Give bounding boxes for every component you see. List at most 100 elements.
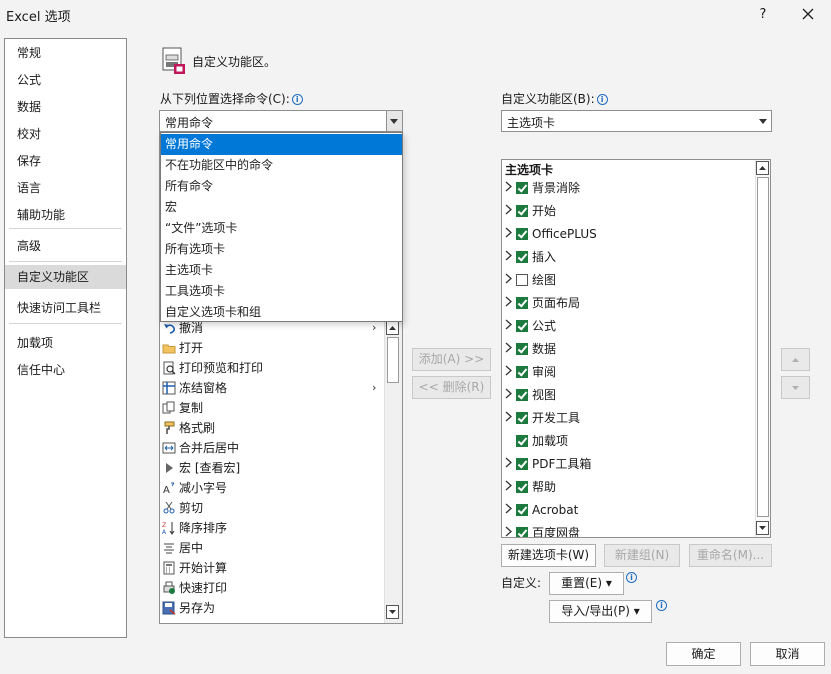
ok-button[interactable]: 确定 — [666, 642, 741, 666]
ribbon-tab-node[interactable]: 开发工具 — [504, 407, 580, 429]
tab-checkbox[interactable] — [516, 343, 528, 355]
new-group-button[interactable]: 新建组(N) — [604, 544, 680, 567]
nav-item[interactable]: 保存 — [5, 149, 126, 173]
cancel-button[interactable]: 取消 — [750, 642, 825, 666]
nav-item[interactable]: 常规 — [5, 41, 126, 65]
import-export-button[interactable]: 导入/导出(P) ▾ — [549, 600, 652, 623]
command-item[interactable]: 复制 — [162, 398, 203, 418]
dropdown-option[interactable]: 所有命令 — [161, 176, 402, 197]
info-icon[interactable]: i — [291, 94, 303, 105]
dropdown-option[interactable]: 宏 — [161, 197, 402, 218]
chevron-right-icon[interactable] — [504, 384, 513, 399]
chevron-right-icon[interactable] — [504, 407, 513, 422]
dropdown-option[interactable]: 自定义选项卡和组 — [161, 302, 402, 323]
chevron-right-icon[interactable] — [504, 499, 513, 514]
tree-scrollbar[interactable] — [755, 160, 770, 537]
tab-checkbox[interactable] — [516, 320, 528, 332]
command-item[interactable]: A 减小字号 — [162, 478, 227, 498]
move-up-button[interactable] — [781, 348, 810, 371]
command-item[interactable]: 宏 [查看宏] — [162, 458, 240, 478]
chevron-right-icon[interactable] — [504, 453, 513, 468]
help-button[interactable]: ? — [752, 4, 774, 26]
ribbon-tab-node[interactable]: 百度网盘 — [504, 522, 580, 537]
command-item[interactable]: 居中 — [162, 538, 203, 558]
nav-item[interactable]: 自定义功能区 — [5, 265, 126, 289]
tab-checkbox[interactable] — [516, 228, 528, 240]
info-icon[interactable]: i — [626, 572, 637, 583]
tab-checkbox[interactable] — [516, 251, 528, 263]
dropdown-option[interactable]: 常用命令 — [161, 134, 402, 155]
add-button[interactable]: 添加(A) >> — [412, 348, 491, 371]
commands-scrollbar[interactable] — [384, 320, 402, 623]
tab-checkbox[interactable] — [516, 274, 528, 286]
command-item[interactable]: 冻结窗格 — [162, 378, 227, 398]
command-item[interactable]: 打印预览和打印 — [162, 358, 263, 378]
tab-checkbox[interactable] — [516, 458, 528, 470]
chevron-down-icon[interactable] — [386, 111, 402, 131]
chevron-right-icon[interactable] — [504, 200, 513, 215]
dropdown-option[interactable]: 主选项卡 — [161, 260, 402, 281]
scroll-thumb[interactable] — [757, 177, 769, 517]
chevron-right-icon[interactable] — [504, 315, 513, 330]
tab-checkbox[interactable] — [516, 504, 528, 516]
ribbon-tab-node[interactable]: Acrobat — [504, 499, 578, 521]
dropdown-option[interactable]: 不在功能区中的命令 — [161, 155, 402, 176]
scroll-up-button[interactable] — [756, 161, 769, 175]
nav-item[interactable]: 校对 — [5, 122, 126, 146]
ribbon-tab-node[interactable]: 加载项 — [504, 430, 568, 452]
chevron-right-icon[interactable] — [504, 522, 513, 537]
ribbon-tab-node[interactable]: 视图 — [504, 384, 556, 406]
ribbon-tab-node[interactable]: 绘图 — [504, 269, 556, 291]
command-item[interactable]: 合并后居中 — [162, 438, 239, 458]
tab-checkbox[interactable] — [516, 435, 528, 447]
ribbon-tab-node[interactable]: 公式 — [504, 315, 556, 337]
scroll-thumb[interactable] — [387, 337, 399, 383]
chevron-right-icon[interactable] — [504, 292, 513, 307]
tab-checkbox[interactable] — [516, 182, 528, 194]
ribbon-tab-node[interactable]: OfficePLUS — [504, 223, 597, 245]
nav-item[interactable]: 辅助功能 — [5, 203, 126, 227]
choose-commands-combo[interactable]: 常用命令 — [159, 110, 403, 132]
remove-button[interactable]: << 删除(R) — [412, 376, 491, 399]
reset-button[interactable]: 重置(E) ▾ — [549, 572, 624, 595]
command-item[interactable]: 开始计算 — [162, 558, 227, 578]
info-icon[interactable]: i — [596, 94, 608, 105]
scroll-down-button[interactable] — [756, 521, 769, 535]
command-item[interactable]: 打开 — [162, 338, 203, 358]
scroll-up-button[interactable] — [386, 321, 399, 335]
chevron-right-icon[interactable] — [504, 246, 513, 261]
info-icon[interactable]: i — [656, 600, 667, 611]
new-tab-button[interactable]: 新建选项卡(W) — [501, 544, 596, 567]
tab-checkbox[interactable] — [516, 205, 528, 217]
ribbon-tab-node[interactable]: 背景消除 — [504, 177, 580, 199]
ribbon-tab-node[interactable]: 开始 — [504, 200, 556, 222]
chevron-right-icon[interactable] — [504, 177, 513, 192]
move-down-button[interactable] — [781, 376, 810, 399]
nav-item[interactable]: 信任中心 — [5, 358, 126, 382]
chevron-right-icon[interactable] — [504, 361, 513, 376]
chevron-right-icon[interactable] — [504, 269, 513, 284]
nav-item[interactable]: 语言 — [5, 176, 126, 200]
nav-item[interactable]: 公式 — [5, 68, 126, 92]
nav-item[interactable]: 加载项 — [5, 331, 126, 355]
chevron-right-icon[interactable] — [504, 476, 513, 491]
tab-checkbox[interactable] — [516, 389, 528, 401]
chevron-right-icon[interactable] — [504, 223, 513, 238]
ribbon-tab-node[interactable]: 插入 — [504, 246, 556, 268]
dropdown-option[interactable]: 所有选项卡 — [161, 239, 402, 260]
nav-item[interactable]: 数据 — [5, 95, 126, 119]
command-item[interactable]: 格式刷 — [162, 418, 215, 438]
tab-checkbox[interactable] — [516, 412, 528, 424]
command-item[interactable]: Z A 降序排序 — [162, 518, 227, 538]
tab-checkbox[interactable] — [516, 481, 528, 493]
rename-button[interactable]: 重命名(M)... — [689, 544, 772, 567]
chevron-down-icon[interactable] — [755, 111, 771, 131]
command-item[interactable]: 剪切 — [162, 498, 203, 518]
ribbon-tab-node[interactable]: 审阅 — [504, 361, 556, 383]
close-button[interactable] — [796, 2, 820, 26]
ribbon-tab-node[interactable]: 数据 — [504, 338, 556, 360]
scroll-down-button[interactable] — [386, 605, 399, 619]
ribbon-tab-node[interactable]: 帮助 — [504, 476, 556, 498]
ribbon-tab-node[interactable]: 页面布局 — [504, 292, 580, 314]
nav-item[interactable]: 快速访问工具栏 — [5, 296, 126, 320]
